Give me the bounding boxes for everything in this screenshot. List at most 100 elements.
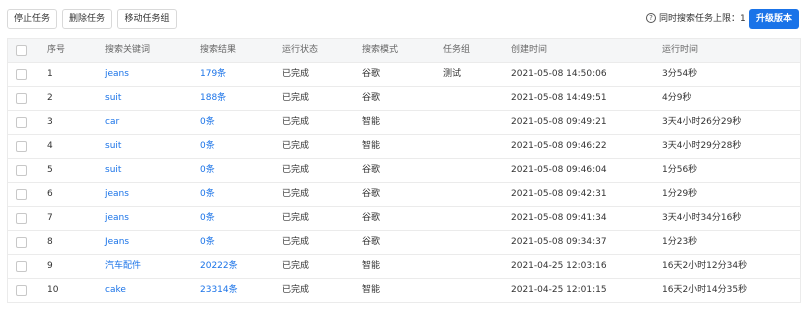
- status-text: 已完成: [282, 213, 310, 223]
- row-number: 1: [47, 69, 53, 79]
- created-time: 2021-05-08 09:49:21: [511, 117, 607, 127]
- runtime-text: 16天2小时12分34秒: [662, 261, 748, 271]
- task-table: 序号 搜索关键词 搜索结果 运行状态 搜索模式 任务组 创建时间 运行时间 1 j…: [7, 38, 801, 303]
- table-row: 7 jeans 0条 已完成 谷歌 2021-05-08 09:41:34 3天4小时34分…: [8, 207, 800, 231]
- keyword-link[interactable]: 汽车配件: [105, 255, 141, 278]
- row-checkbox[interactable]: [16, 69, 27, 80]
- row-checkbox[interactable]: [16, 213, 27, 224]
- column-header-group: 任务组: [443, 45, 471, 55]
- column-header-created: 创建时间: [511, 45, 548, 55]
- keyword-link[interactable]: jeans: [105, 207, 129, 230]
- task-limit-info: ? 同时搜索任务上限：1: [646, 9, 746, 29]
- row-number: 5: [47, 165, 53, 175]
- row-checkbox[interactable]: [16, 165, 27, 176]
- mode-text: 谷歌: [362, 189, 381, 199]
- result-link[interactable]: 0条: [200, 111, 215, 134]
- row-number: 9: [47, 261, 53, 271]
- row-checkbox[interactable]: [16, 93, 27, 104]
- keyword-link[interactable]: Jeans: [105, 231, 129, 254]
- table-row: 5 suit 0条 已完成 谷歌 2021-05-08 09:46:04 1分56秒: [8, 159, 800, 183]
- row-number: 6: [47, 189, 53, 199]
- mode-text: 智能: [362, 261, 381, 271]
- table-row: 1 jeans 179条 已完成 谷歌 测试 2021-05-08 14:50:06 3分54…: [8, 63, 800, 87]
- row-checkbox[interactable]: [16, 117, 27, 128]
- table-row: 10 cake 23314条 已完成 智能 2021-04-25 12:01:15 16天2…: [8, 279, 800, 303]
- runtime-text: 3天4小时26分29秒: [662, 117, 742, 127]
- row-number: 10: [47, 285, 59, 295]
- result-link[interactable]: 23314条: [200, 279, 238, 302]
- keyword-link[interactable]: jeans: [105, 63, 129, 86]
- mode-text: 谷歌: [362, 213, 381, 223]
- runtime-text: 1分29秒: [662, 189, 698, 199]
- created-time: 2021-04-25 12:03:16: [511, 261, 607, 271]
- status-text: 已完成: [282, 117, 310, 127]
- mode-text: 谷歌: [362, 165, 381, 175]
- runtime-text: 3天4小时34分16秒: [662, 213, 742, 223]
- mode-text: 智能: [362, 285, 381, 295]
- column-header-result: 搜索结果: [200, 45, 237, 55]
- result-link[interactable]: 20222条: [200, 255, 238, 278]
- created-time: 2021-05-08 14:50:06: [511, 69, 607, 79]
- row-number: 8: [47, 237, 53, 247]
- table-row: 6 jeans 0条 已完成 谷歌 2021-05-08 09:42:31 1分29秒: [8, 183, 800, 207]
- keyword-link[interactable]: cake: [105, 279, 126, 302]
- row-checkbox[interactable]: [16, 285, 27, 296]
- runtime-text: 4分9秒: [662, 93, 692, 103]
- created-time: 2021-05-08 09:46:04: [511, 165, 607, 175]
- stop-task-button[interactable]: 停止任务: [7, 9, 57, 29]
- column-header-mode: 搜索模式: [362, 45, 399, 55]
- created-time: 2021-04-25 12:01:15: [511, 285, 607, 295]
- mode-text: 智能: [362, 141, 381, 151]
- created-time: 2021-05-08 09:41:34: [511, 213, 607, 223]
- status-text: 已完成: [282, 237, 310, 247]
- upgrade-button[interactable]: 升级版本: [749, 9, 799, 29]
- created-time: 2021-05-08 14:49:51: [511, 93, 607, 103]
- result-link[interactable]: 0条: [200, 135, 215, 158]
- row-checkbox[interactable]: [16, 237, 27, 248]
- result-link[interactable]: 188条: [200, 87, 226, 110]
- move-task-group-button[interactable]: 移动任务组: [117, 9, 177, 29]
- result-link[interactable]: 0条: [200, 207, 215, 230]
- row-checkbox[interactable]: [16, 261, 27, 272]
- created-time: 2021-05-08 09:46:22: [511, 141, 607, 151]
- mode-text: 谷歌: [362, 69, 381, 79]
- table-row: 4 suit 0条 已完成 智能 2021-05-08 09:46:22 3天4小时29分2…: [8, 135, 800, 159]
- mode-text: 谷歌: [362, 237, 381, 247]
- keyword-link[interactable]: suit: [105, 87, 121, 110]
- keyword-link[interactable]: jeans: [105, 183, 129, 206]
- column-header-number: 序号: [47, 45, 66, 55]
- result-link[interactable]: 0条: [200, 231, 215, 254]
- column-header-status: 运行状态: [282, 45, 319, 55]
- row-number: 3: [47, 117, 53, 127]
- row-checkbox[interactable]: [16, 141, 27, 152]
- toolbar: 停止任务 删除任务 移动任务组 ? 同时搜索任务上限：1 升级版本: [0, 0, 805, 38]
- keyword-link[interactable]: suit: [105, 135, 121, 158]
- select-all-checkbox[interactable]: [16, 45, 27, 56]
- group-text: 测试: [443, 69, 462, 79]
- row-number: 7: [47, 213, 53, 223]
- keyword-link[interactable]: suit: [105, 159, 121, 182]
- status-text: 已完成: [282, 93, 310, 103]
- status-text: 已完成: [282, 285, 310, 295]
- table-header: 序号 搜索关键词 搜索结果 运行状态 搜索模式 任务组 创建时间 运行时间: [8, 39, 800, 63]
- status-text: 已完成: [282, 189, 310, 199]
- runtime-text: 3天4小时29分28秒: [662, 141, 742, 151]
- delete-task-button[interactable]: 删除任务: [62, 9, 112, 29]
- status-text: 已完成: [282, 141, 310, 151]
- table-row: 2 suit 188条 已完成 谷歌 2021-05-08 14:49:51 4分9秒: [8, 87, 800, 111]
- runtime-text: 16天2小时14分35秒: [662, 285, 748, 295]
- mode-text: 谷歌: [362, 93, 381, 103]
- result-link[interactable]: 0条: [200, 159, 215, 182]
- row-checkbox[interactable]: [16, 189, 27, 200]
- status-text: 已完成: [282, 165, 310, 175]
- runtime-text: 1分23秒: [662, 237, 698, 247]
- task-limit-text: 同时搜索任务上限：1: [659, 14, 746, 24]
- result-link[interactable]: 0条: [200, 183, 215, 206]
- result-link[interactable]: 179条: [200, 63, 226, 86]
- keyword-link[interactable]: car: [105, 111, 119, 134]
- question-circle-icon[interactable]: ?: [646, 12, 656, 23]
- column-header-keyword: 搜索关键词: [105, 45, 151, 55]
- created-time: 2021-05-08 09:42:31: [511, 189, 607, 199]
- table-row: 3 car 0条 已完成 智能 2021-05-08 09:49:21 3天4小时26分29…: [8, 111, 800, 135]
- table-body: 1 jeans 179条 已完成 谷歌 测试 2021-05-08 14:50:06 3分54…: [8, 63, 800, 303]
